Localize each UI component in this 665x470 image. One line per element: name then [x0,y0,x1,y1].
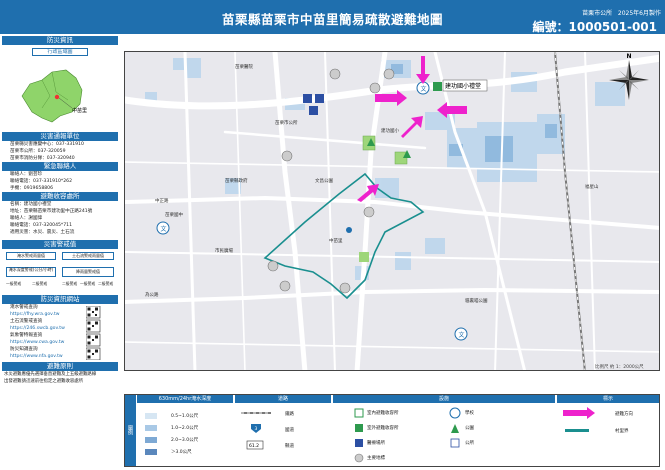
flood-label: 2.0~3.0公尺 [171,438,199,443]
inset-map: 中苗里 [21,69,87,123]
qr-codes [86,306,101,360]
road-label: 鐵路 [285,412,294,417]
flood-swatch [145,449,157,455]
header-bar: 苗栗縣苗栗市中苗里簡易疏散避難地圖 苗栗市公所 2025年6月製作 編號：100… [0,0,665,34]
inset-location-marker [54,94,60,100]
date: 2025年6月製作 [617,10,661,17]
map-page: 苗栗縣苗栗市中苗里簡易疏散避難地圖 苗栗市公所 2025年6月製作 編號：100… [0,0,665,470]
issuer: 苗栗市公所 [582,10,613,17]
flood-label: ＞3.0公尺 [171,450,192,455]
shelter-line: 聯絡人：謝國偉 [10,216,43,221]
query-heading: 防災資訊網站 [2,295,118,304]
contact-line: 聯絡電話：037-331910*262 [10,179,72,184]
legend-side-label: 圖例 [127,425,133,435]
svg-text:建功國小: 建功國小 [381,127,399,134]
facility-label: 公園 [465,426,474,431]
legend-facility-heading: 設施 [333,395,555,403]
svg-text:苗栗國中: 苗栗國中 [165,211,183,218]
query-list: 淹水警戒查詢 https://fhy.wra.gov.tw 土石流警戒查詢 ht… [2,304,118,362]
contact-heading: 緊急聯絡人 [2,162,118,171]
alert-level: 一級警戒 [80,281,96,286]
facility-label: 室內避難收容所 [367,411,399,416]
alert-label: 淹水警戒雨量值 [6,252,56,260]
road-label: 國道 [285,428,294,433]
road-label: 縣道 [285,444,294,449]
evacuation-map[interactable]: 文 文 文 建功國小禮堂 苗栗醫院 建功國小 苗栗國中 中苗里 苗栗市公所 苗栗… [124,51,660,371]
mark-label: 避難方向 [615,412,633,417]
shelter-line: 名稱：建功國小禮堂 [10,202,52,207]
svg-text:苗栗縣政府: 苗栗縣政府 [225,177,248,184]
alert-table: 淹水警戒雨量值 土石流警戒雨量值 淹水深度警戒(公分/小時) 降雨量警戒值 一級… [2,249,118,295]
note-line: 水災避難應優先選擇垂直避難及上五級避難路線 [4,372,97,377]
reporting-line: 苗栗市消防分隊：037-320940 [10,156,75,161]
legend-flood-heading: 630mm/24hr淹水深度 [137,395,233,403]
map-code: 編號：1000501-001 [532,20,657,34]
inset-label: 中苗里 [72,107,87,114]
svg-text:貓裏喵公園: 貓裏喵公園 [465,297,488,304]
svg-text:文: 文 [161,225,167,233]
shelter-line: 地址：苗栗縣苗栗市建功里中正路241號 [10,209,93,214]
facility-label: 學校 [465,411,474,416]
flood-swatch [145,437,157,443]
legend: 圖例 630mm/24hr淹水深度 0.5~1.0公尺 1.0~2.0公尺 2.… [124,394,660,467]
svg-text:福星山: 福星山 [585,183,599,190]
reporting-line: 苗栗市公所：037-320059 [10,149,66,154]
road-symbols: 3 61.2 [241,412,271,450]
flood-label: 1.0~2.0公尺 [171,426,199,431]
road-badge-county: 61.2 [249,443,259,449]
flood-label: 0.5~1.0公尺 [171,414,199,419]
alert-level: 一級警戒 [6,281,22,286]
issuer-date: 苗栗市公所 2025年6月製作 [582,8,661,17]
admin-map-heading: 行政區域圖 [32,48,88,56]
scale-text: 比例尺 約 1：2000公尺 [595,363,644,370]
svg-text:中苗里: 中苗里 [329,237,343,244]
contact-line: 手機：0919658806 [10,186,54,191]
note-line: 出發避難請迅速前往指定之避難收容處所 [4,379,84,384]
reporting-heading: 災害通報單位 [2,132,118,141]
shelter-marker [433,82,442,91]
facility-label: 室外避難收容所 [367,426,399,431]
svg-text:市民廣場: 市民廣場 [215,247,233,254]
svg-text:文昌公園: 文昌公園 [315,177,333,184]
svg-text:中正路: 中正路 [155,197,169,204]
road-badge-national: 3 [255,426,258,432]
shelter-line: 聯絡電話：037-320045*711 [10,223,72,228]
alert-level: 二級警戒 [98,281,114,286]
alert-label: 淹水深度警戒(公分/小時) [6,267,56,277]
svg-text:為公路: 為公路 [145,291,159,298]
alert-level: 二級警戒 [62,281,78,286]
reporting-line: 苗栗縣災害應變中心：037-331910 [10,142,84,147]
facility-label: 主要地標 [367,456,385,461]
facility-label: 醫療場所 [367,441,385,446]
shelter-heading: 避難收容處所 [2,192,118,201]
svg-text:文: 文 [459,331,465,339]
flood-swatch [145,413,157,419]
facility-label: 公所 [465,441,474,446]
legend-road-heading: 道路 [235,395,331,403]
alert-level: 二級警戒 [32,281,48,286]
alert-label: 土石流警戒雨量值 [62,252,114,260]
shelter-label: 建功國小禮堂 [445,82,481,90]
alert-heading: 災害警戒值 [2,240,118,249]
map-canvas: 文 文 文 建功國小禮堂 苗栗醫院 建功國小 苗栗國中 中苗里 苗栗市公所 苗栗… [125,52,659,370]
svg-text:苗栗醫院: 苗栗醫院 [235,63,253,70]
shelter-line: 適用災害：水災、震災、土石流 [10,230,75,235]
mark-symbols [563,407,595,432]
legend-mark-heading: 標示 [557,395,659,403]
section-disaster-info: 防災資訊 [2,36,118,45]
contact-line: 聯絡人：劉芸珍 [10,172,43,177]
svg-text:N: N [627,53,632,60]
svg-text:苗栗市公所: 苗栗市公所 [275,119,298,126]
mark-label: 村里界 [615,429,629,434]
notes-heading: 避難原則 [2,362,118,371]
alert-label: 降雨量警戒值 [62,267,114,277]
svg-text:文: 文 [421,85,427,93]
flood-swatch [145,425,157,431]
info-panel: 防災資訊 行政區域圖 中苗里 災害通報單位 苗栗縣災害應變中心：037-3319… [2,36,118,468]
